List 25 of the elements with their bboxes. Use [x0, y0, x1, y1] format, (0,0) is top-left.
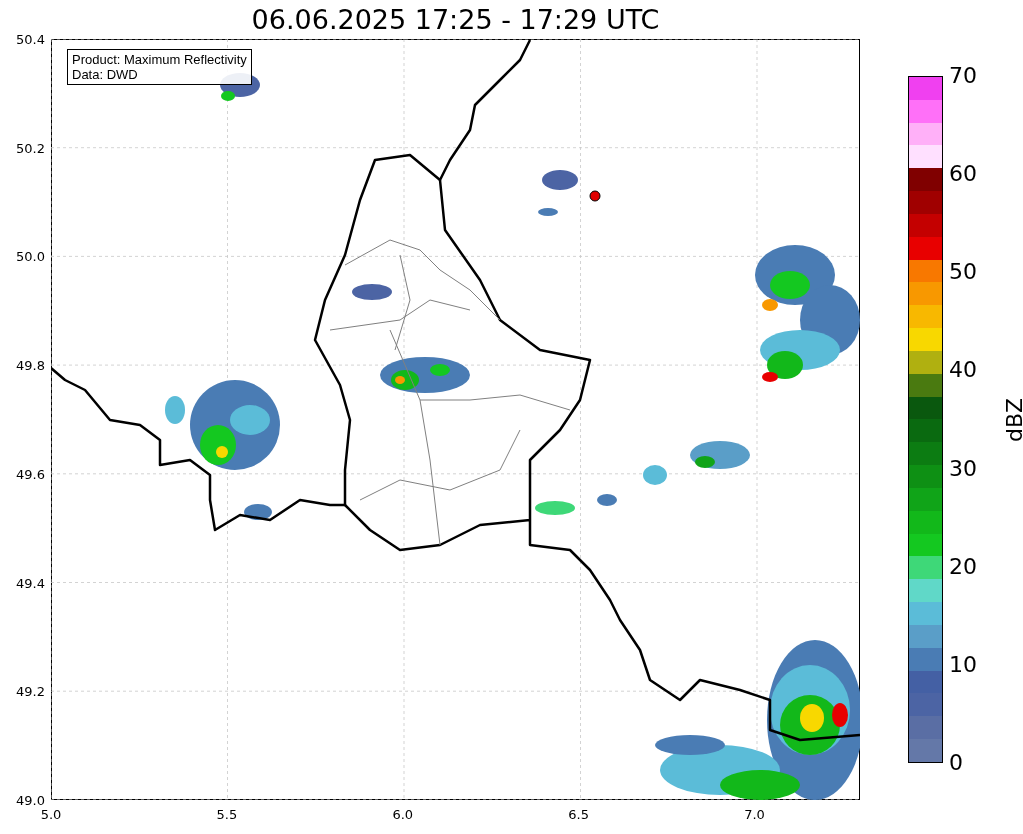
x-tick-label: 5.5	[216, 808, 238, 821]
colorbar-tick-label: 0	[949, 752, 963, 774]
colorbar-tick-label: 20	[949, 555, 977, 578]
x-tick-label: 7.0	[744, 808, 765, 821]
y-tick-label: 49.8	[16, 358, 45, 372]
info-text: Data: DWD	[72, 67, 139, 82]
y-tick-label: 49.0	[16, 793, 45, 807]
x-tick-label: 6.0	[392, 808, 414, 821]
x-tick-label: 6.5	[568, 808, 589, 821]
colorbar-tick-label: 70	[949, 65, 977, 87]
y-tick-label: 49.4	[16, 576, 45, 590]
y-tick-label: 49.6	[16, 467, 45, 481]
y-tick-label: 50.4	[16, 32, 45, 46]
colorbar-tick-label: 50	[949, 261, 977, 284]
info-text: Product: Maximum Reflectivity	[72, 52, 247, 67]
colorbar-tick-label: 40	[949, 359, 977, 382]
colorbar-tick-label: 30	[949, 457, 977, 480]
y-tick-label: 50.0	[16, 249, 45, 263]
y-tick-label: 49.2	[16, 684, 45, 698]
colorbar-tick-label: 10	[949, 653, 977, 676]
y-tick-label: 50.2	[16, 141, 45, 155]
chart-title: 06.06.2025 17:25 - 17:29 UTC	[251, 6, 660, 33]
colorbar-tick-label: 60	[949, 163, 977, 186]
colorbar-label: dBZ	[1004, 397, 1023, 442]
x-tick-label: 5.0	[40, 808, 62, 821]
